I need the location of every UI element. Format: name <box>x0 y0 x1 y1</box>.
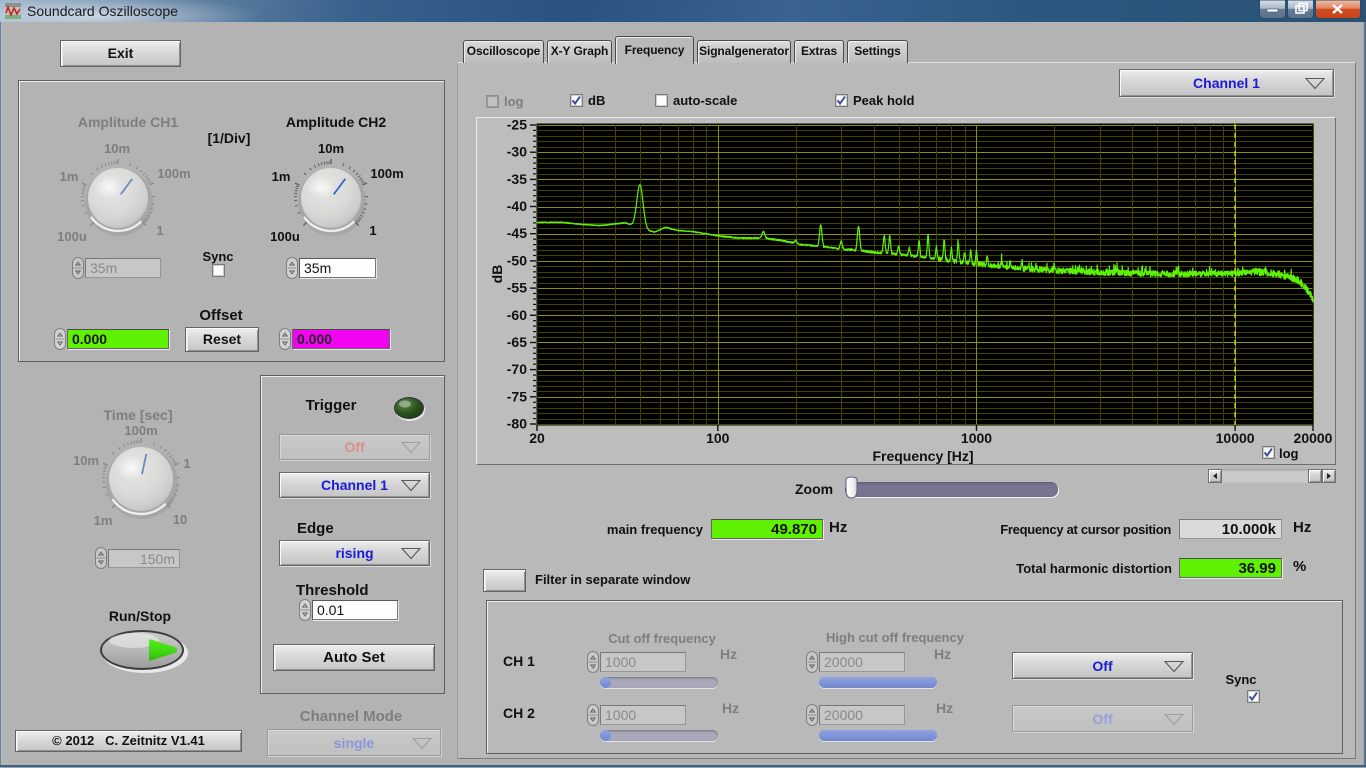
svg-text:dB: dB <box>489 265 505 284</box>
svg-text:-25: -25 <box>507 117 527 133</box>
svg-text:10000: 10000 <box>1216 430 1255 446</box>
svg-text:-30: -30 <box>507 144 527 160</box>
svg-text:-80: -80 <box>507 416 527 432</box>
svg-text:-70: -70 <box>507 361 527 377</box>
svg-text:-50: -50 <box>507 252 527 268</box>
svg-text:-35: -35 <box>507 171 527 187</box>
svg-text:20: 20 <box>529 430 545 446</box>
svg-text:-55: -55 <box>507 280 527 296</box>
svg-text:20000: 20000 <box>1294 430 1333 446</box>
svg-text:-45: -45 <box>507 225 527 241</box>
svg-text:-40: -40 <box>507 198 527 214</box>
svg-text:-65: -65 <box>507 334 527 350</box>
svg-text:1000: 1000 <box>961 430 992 446</box>
svg-text:-60: -60 <box>507 307 527 323</box>
svg-text:-75: -75 <box>507 388 527 404</box>
svg-text:Frequency [Hz]: Frequency [Hz] <box>872 448 973 464</box>
svg-text:100: 100 <box>706 430 730 446</box>
